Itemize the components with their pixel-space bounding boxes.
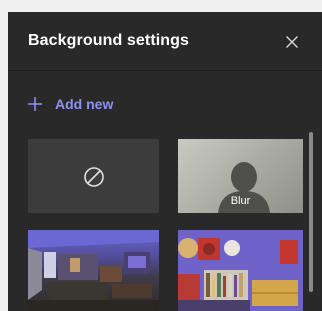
panel-title: Background settings: [28, 32, 190, 49]
close-button[interactable]: [280, 30, 304, 54]
background-image-living-room[interactable]: [28, 230, 159, 311]
header-divider: [8, 70, 322, 71]
add-new-label: Add new: [55, 96, 114, 112]
background-none-tile[interactable]: [28, 139, 159, 213]
background-blur-tile[interactable]: Blur: [178, 139, 303, 213]
panel-header: Background settings: [8, 12, 322, 72]
scrollbar-thumb[interactable]: [309, 132, 313, 292]
close-icon: [286, 36, 298, 48]
blur-label: Blur: [230, 195, 251, 207]
add-new-button[interactable]: Add new: [26, 93, 113, 115]
plus-icon: [28, 97, 42, 111]
bookshelf-thumbnail: [178, 230, 303, 311]
living-room-thumbnail: [28, 230, 159, 311]
background-settings-panel: Background settings Add new Blur: [8, 12, 322, 311]
no-background-icon: [84, 167, 104, 187]
background-image-bookshelf[interactable]: [178, 230, 303, 311]
